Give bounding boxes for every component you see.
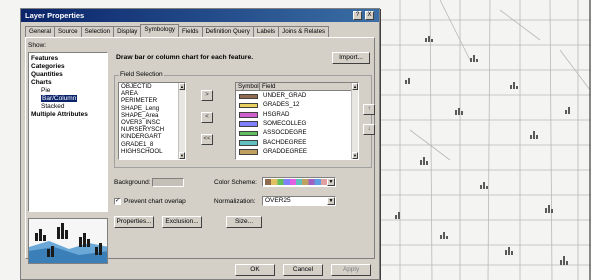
close-button[interactable]: X	[365, 11, 374, 20]
selected-field-name: UNDER_GRAD	[263, 92, 307, 99]
show-item-quantities[interactable]: Quantities	[31, 71, 63, 78]
symbology-panel: Show: Features Categories Quantities Cha…	[25, 37, 375, 264]
show-label: Show:	[28, 42, 47, 49]
background-color-swatch[interactable]	[152, 178, 184, 187]
selected-field-name: GRADES_12	[263, 101, 300, 109]
field-item[interactable]: AREA	[119, 90, 185, 97]
tab-fields[interactable]: Fields	[178, 26, 203, 37]
tab-general[interactable]: General	[25, 26, 56, 37]
selected-field-row[interactable]: ASSOCDEGRE	[236, 129, 353, 138]
chevron-down-icon[interactable]: ▼	[327, 178, 335, 186]
symbol-swatch[interactable]	[239, 121, 258, 127]
color-ramp	[265, 179, 327, 185]
selected-field-row[interactable]: HSGRAD	[236, 111, 353, 120]
field-item[interactable]: HIGHSCHOOL	[119, 148, 185, 155]
dialog-title: Layer Properties	[25, 11, 85, 20]
show-tree: Features Categories Quantities Charts Pi…	[28, 52, 108, 212]
selected-field-row[interactable]: GRADES_12	[236, 101, 353, 110]
normalization-dropdown[interactable]: OVER25 ▼	[262, 196, 336, 206]
color-scheme-dropdown[interactable]: ▼	[262, 177, 336, 187]
selected-field-row[interactable]: GRADDEGREE	[236, 148, 353, 157]
symbol-column-header: Symbol	[238, 83, 260, 91]
selected-field-name: GRADDEGREE	[263, 147, 308, 155]
description-text: Draw bar or column chart for each featur…	[116, 54, 254, 61]
selected-field-name: HSGRAD	[263, 110, 290, 118]
tab-strip: General Source Selection Display Symbolo…	[25, 24, 330, 37]
tab-labels[interactable]: Labels	[252, 26, 280, 37]
tab-selection[interactable]: Selection	[80, 26, 115, 37]
size-button[interactable]: Size...	[226, 216, 262, 228]
selected-field-row[interactable]: BACHDEGREE	[236, 139, 353, 148]
table-header: Symbol Field	[236, 83, 353, 91]
selected-field-name: ASSOCDEGRE	[263, 129, 307, 137]
field-item[interactable]: SHAPE_Area	[119, 112, 185, 119]
show-item-stacked[interactable]: Stacked	[41, 103, 65, 110]
selected-fields-scrollbar[interactable]: ▲ ▼	[351, 83, 358, 159]
prevent-overlap-checkbox[interactable]: ✓	[114, 198, 121, 205]
field-item[interactable]: OBJECTID	[119, 83, 185, 90]
field-selection-group: Field Selection OBJECTID AREA PERIMETER …	[114, 71, 375, 168]
tab-definition-query[interactable]: Definition Query	[201, 26, 254, 37]
field-column-header: Field	[262, 83, 276, 90]
field-item[interactable]: GRADE1_8	[119, 141, 185, 148]
field-selection-label: Field Selection	[119, 71, 164, 78]
exclusion-button[interactable]: Exclusion...	[162, 216, 202, 228]
chart-preview-image	[28, 218, 108, 264]
show-item-multiple-attributes[interactable]: Multiple Attributes	[31, 111, 88, 118]
symbol-swatch[interactable]	[239, 140, 258, 146]
add-field-button[interactable]: >	[201, 90, 213, 101]
title-bar[interactable]: Layer Properties ? X	[21, 9, 379, 22]
scroll-down-arrow-icon[interactable]: ▼	[352, 152, 358, 159]
color-scheme-label: Color Scheme:	[214, 179, 257, 186]
normalization-value: OVER25	[265, 197, 291, 204]
tab-source[interactable]: Source	[54, 26, 82, 37]
fields-scrollbar[interactable]: ▲ ▼	[178, 83, 185, 159]
scroll-down-arrow-icon[interactable]: ▼	[179, 152, 185, 159]
field-item[interactable]: SHAPE_Leng	[119, 105, 185, 112]
field-item[interactable]: PERIMETER	[119, 97, 185, 104]
background-label: Background:	[114, 179, 151, 186]
show-item-features[interactable]: Features	[31, 55, 58, 62]
selected-field-row[interactable]: UNDER_GRAD	[236, 92, 353, 101]
field-item[interactable]: OVER3_INSC	[119, 119, 185, 126]
ok-button[interactable]: OK	[235, 264, 275, 276]
symbol-swatch[interactable]	[239, 149, 258, 155]
available-fields-list[interactable]: OBJECTID AREA PERIMETER SHAPE_Leng SHAPE…	[118, 82, 186, 160]
show-item-bar-column[interactable]: Bar/Column	[41, 95, 78, 102]
scroll-up-arrow-icon[interactable]: ▲	[179, 83, 185, 90]
symbol-swatch[interactable]	[239, 102, 258, 109]
layer-properties-dialog: Layer Properties ? X General Source Sele…	[20, 8, 380, 280]
show-item-categories[interactable]: Categories	[31, 63, 65, 70]
normalization-label: Normalization:	[214, 198, 256, 205]
selected-field-name: BACHDEGREE	[263, 138, 307, 146]
remove-all-fields-button[interactable]: <<	[201, 134, 213, 145]
prevent-overlap-label: Prevent chart overlap	[124, 198, 186, 205]
symbol-swatch[interactable]	[239, 93, 258, 99]
tab-symbology[interactable]: Symbology	[140, 24, 179, 37]
move-up-button[interactable]: ↑	[363, 104, 375, 115]
cancel-button[interactable]: Cancel	[283, 264, 323, 276]
show-item-pie[interactable]: Pie	[41, 87, 50, 94]
field-item[interactable]: KINDERGART	[119, 133, 185, 140]
move-down-button[interactable]: ↓	[363, 124, 375, 135]
field-item[interactable]: NURSERYSCH	[119, 126, 185, 133]
help-button[interactable]: ?	[353, 11, 362, 20]
tab-display[interactable]: Display	[113, 26, 142, 37]
selected-field-row[interactable]: SOMECOLLEG	[236, 120, 353, 129]
selected-field-name: SOMECOLLEG	[263, 119, 307, 127]
selected-fields-table[interactable]: Symbol Field UNDER_GRAD GRADES_12 HSGRAD SO…	[235, 82, 359, 160]
show-item-charts[interactable]: Charts	[31, 79, 52, 86]
tab-joins-relates[interactable]: Joins & Relates	[278, 26, 330, 37]
properties-button[interactable]: Properties...	[114, 216, 154, 228]
remove-field-button[interactable]: <	[201, 112, 213, 123]
symbol-swatch[interactable]	[239, 130, 258, 137]
import-button[interactable]: Import...	[332, 52, 370, 64]
apply-button[interactable]: Apply	[331, 264, 371, 276]
scroll-up-arrow-icon[interactable]: ▲	[352, 83, 358, 90]
symbol-swatch[interactable]	[239, 112, 258, 118]
chevron-down-icon[interactable]: ▼	[327, 197, 335, 205]
